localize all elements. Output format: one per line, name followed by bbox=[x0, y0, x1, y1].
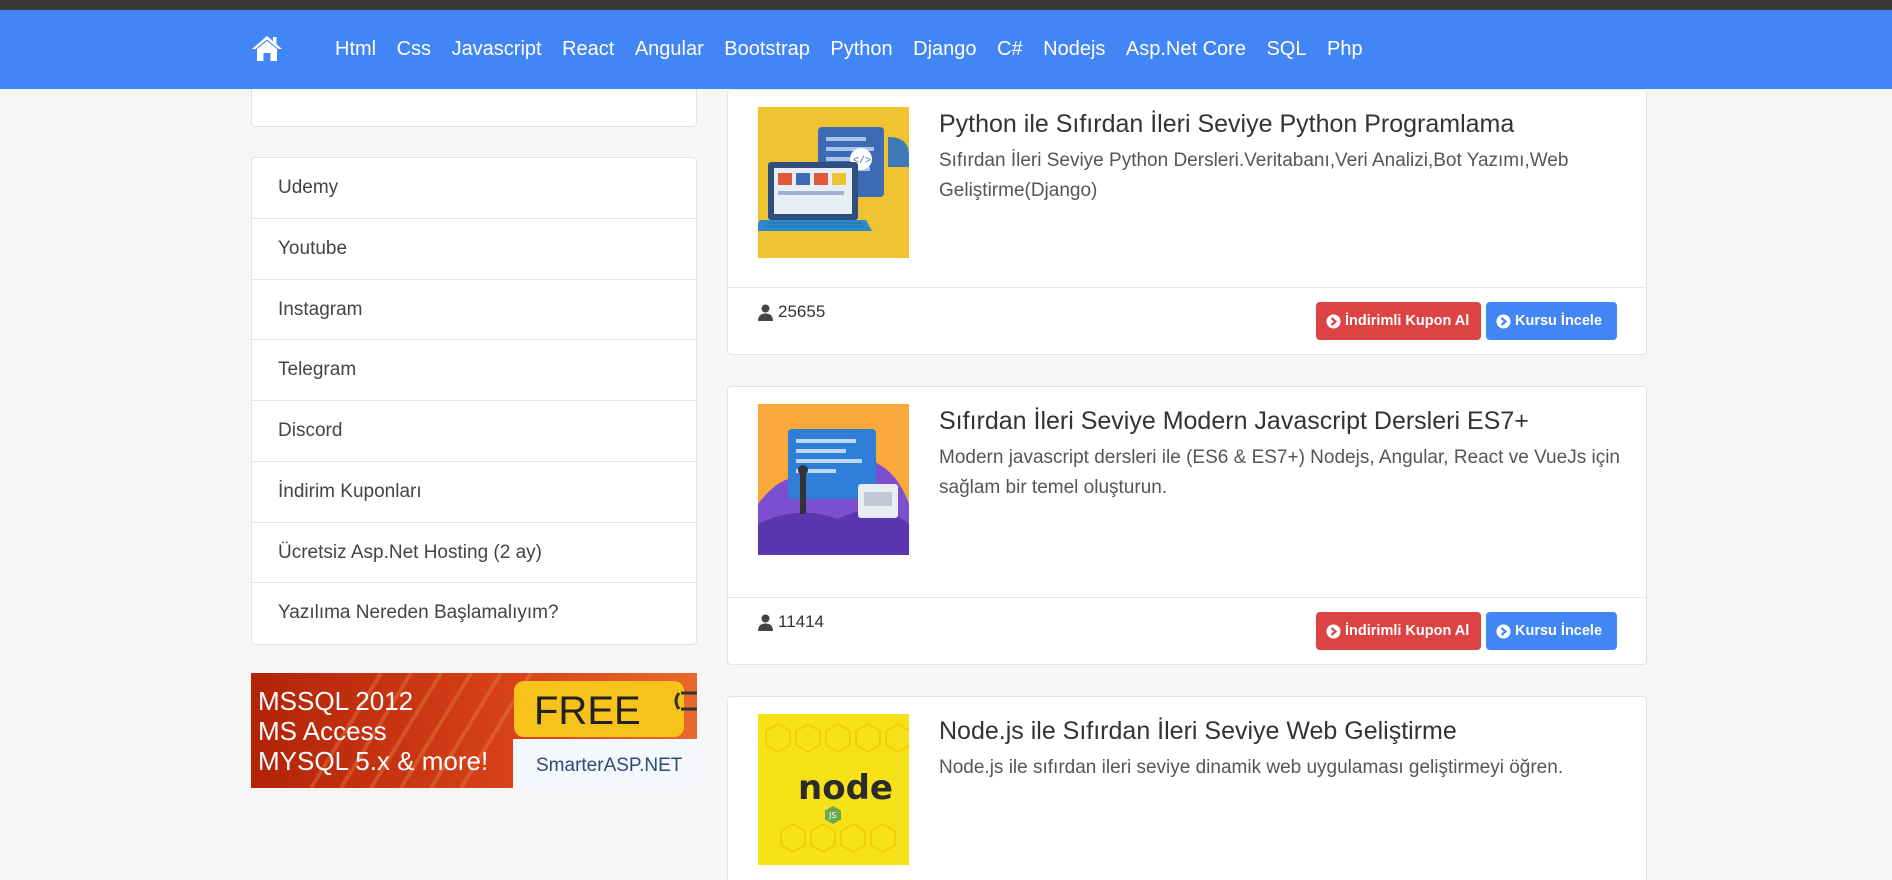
arrow-circle-right-icon bbox=[1326, 314, 1341, 328]
sidebar-link-list: Udemy Youtube Instagram Telegram Discord… bbox=[251, 157, 697, 645]
course-card-footer: 25655 İndirimli Kupon Al Kursu İncele bbox=[728, 287, 1646, 355]
nav-link-javascript[interactable]: Javascript bbox=[452, 38, 542, 61]
sidebar-item-instagram[interactable]: Instagram bbox=[252, 280, 696, 341]
nav-link-django[interactable]: Django bbox=[913, 38, 976, 61]
user-icon bbox=[758, 304, 773, 321]
nodejs-logo-text: node bbox=[798, 768, 893, 808]
student-count: 25655 bbox=[758, 302, 825, 322]
nav-links: Html Css Javascript React Angular Bootst… bbox=[335, 10, 1383, 89]
nav-link-bootstrap[interactable]: Bootstrap bbox=[724, 38, 810, 61]
home-icon[interactable] bbox=[251, 34, 283, 62]
coupon-button-label: İndirimli Kupon Al bbox=[1345, 313, 1470, 329]
nav-link-csharp[interactable]: C# bbox=[997, 38, 1023, 61]
course-title[interactable]: Sıfırdan İleri Seviye Modern Javascript … bbox=[939, 407, 1529, 436]
course-details-button[interactable]: Kursu İncele bbox=[1486, 302, 1617, 340]
course-description: Node.js ile sıfırdan ileri seviye dinami… bbox=[939, 757, 1564, 778]
course-card-footer: 11414 İndirimli Kupon Al Kursu İncele bbox=[728, 597, 1646, 665]
sidebar-item-telegram[interactable]: Telegram bbox=[252, 340, 696, 401]
course-thumbnail-python[interactable]: </> bbox=[758, 107, 909, 258]
coupon-button[interactable]: İndirimli Kupon Al bbox=[1316, 612, 1481, 650]
coupon-button[interactable]: İndirimli Kupon Al bbox=[1316, 302, 1481, 340]
student-count-value: 25655 bbox=[778, 302, 826, 321]
banner-line-2: MS Access bbox=[258, 716, 387, 746]
course-details-button-label: Kursu İncele bbox=[1515, 623, 1603, 639]
sidebar-item-coupons[interactable]: İndirim Kuponları bbox=[252, 462, 696, 523]
sidebar-item-where-to-start[interactable]: Yazılıma Nereden Başlamalıyım? bbox=[252, 583, 696, 644]
sidebar-item-udemy[interactable]: Udemy bbox=[252, 158, 696, 219]
svg-text:JS: JS bbox=[828, 811, 836, 820]
banner-free-text: FREE bbox=[534, 689, 641, 733]
user-icon bbox=[758, 614, 773, 631]
arrow-circle-right-icon bbox=[1496, 624, 1511, 638]
nav-link-react[interactable]: React bbox=[562, 38, 614, 61]
nav-link-html[interactable]: Html bbox=[335, 38, 376, 61]
navbar: Html Css Javascript React Angular Bootst… bbox=[0, 10, 1892, 89]
course-title[interactable]: Node.js ile Sıfırdan İleri Seviye Web Ge… bbox=[939, 717, 1457, 746]
course-title[interactable]: Python ile Sıfırdan İleri Seviye Python … bbox=[939, 110, 1514, 139]
nav-link-php[interactable]: Php bbox=[1327, 38, 1363, 61]
student-count-value: 11414 bbox=[778, 612, 825, 631]
course-details-button[interactable]: Kursu İncele bbox=[1486, 612, 1617, 650]
nav-link-python[interactable]: Python bbox=[830, 38, 892, 61]
banner-brand-text: SmarterASP.NET bbox=[536, 755, 683, 776]
nav-link-sql[interactable]: SQL bbox=[1266, 38, 1306, 61]
arrow-circle-right-icon bbox=[1496, 314, 1511, 328]
nav-link-css[interactable]: Css bbox=[397, 38, 431, 61]
course-card: node JS Node.js ile Sıfırdan İleri Seviy… bbox=[727, 696, 1647, 880]
arrow-circle-right-icon bbox=[1326, 624, 1341, 638]
sidebar-panel-bottom bbox=[251, 89, 697, 127]
sidebar-item-free-hosting[interactable]: Ücretsiz Asp.Net Hosting (2 ay) bbox=[252, 523, 696, 584]
course-card: Sıfırdan İleri Seviye Modern Javascript … bbox=[727, 386, 1647, 665]
nav-link-angular[interactable]: Angular bbox=[635, 38, 704, 61]
banner-line-3: MYSQL 5.x & more! bbox=[258, 746, 488, 776]
coupon-button-label: İndirimli Kupon Al bbox=[1345, 623, 1470, 639]
sidebar-item-youtube[interactable]: Youtube bbox=[252, 219, 696, 280]
course-description: Modern javascript dersleri ile (ES6 & ES… bbox=[939, 447, 1620, 498]
nav-link-aspnet-core[interactable]: Asp.Net Core bbox=[1126, 38, 1246, 61]
course-details-button-label: Kursu İncele bbox=[1515, 313, 1603, 329]
hosting-ad-banner[interactable]: MSSQL 2012 MS Access MYSQL 5.x & more! F… bbox=[251, 673, 697, 788]
banner-line-1: MSSQL 2012 bbox=[258, 686, 413, 716]
course-description: Sıfırdan İleri Seviye Python Dersleri.Ve… bbox=[939, 150, 1569, 201]
course-card: </> Python ile Sıfırdan İleri Seviye Pyt… bbox=[727, 89, 1647, 355]
course-thumbnail-javascript[interactable] bbox=[758, 404, 909, 555]
sidebar-item-discord[interactable]: Discord bbox=[252, 401, 696, 462]
student-count: 11414 bbox=[758, 612, 824, 632]
nav-link-nodejs[interactable]: Nodejs bbox=[1043, 38, 1105, 61]
browser-top-strip bbox=[0, 0, 1892, 10]
course-thumbnail-nodejs[interactable]: node JS bbox=[758, 714, 909, 865]
